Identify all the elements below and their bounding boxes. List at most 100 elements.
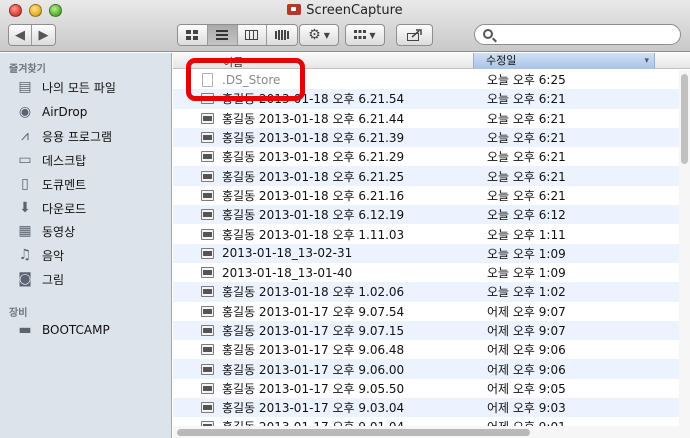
- table-row[interactable]: 2013-01-18_13-01-40 오늘 오후 1:09: [173, 263, 679, 282]
- image-file-icon: [201, 151, 214, 163]
- list-view-button[interactable]: [207, 25, 238, 45]
- file-name: 홍길동 2013-01-18 오후 6.21.44: [222, 111, 405, 126]
- table-row[interactable]: 홍길동 2013-01-18 오후 6.21.16 오늘 오후 6:21: [173, 186, 679, 205]
- image-file-icon: [201, 189, 214, 201]
- file-name: 홍길동 2013-01-17 오후 9.05.50: [222, 381, 405, 396]
- file-list: 이름 수정일 ▾ .DS_Store 오늘 오후 6:25 홍길동 2013-01-…: [173, 53, 690, 438]
- window-title-label: ScreenCapture: [306, 3, 403, 18]
- image-file-icon: [201, 402, 214, 414]
- drive-icon: ▬: [18, 322, 32, 338]
- vertical-scrollbar[interactable]: [679, 70, 690, 438]
- file-date-modified: 어제 오후 9:06: [487, 343, 566, 358]
- arrange-menu-button[interactable]: ▼: [345, 24, 385, 46]
- table-row[interactable]: 홍길동 2013-01-18 오후 6.12.19 오늘 오후 6:12: [173, 205, 679, 225]
- horizontal-scrollbar[interactable]: [173, 426, 679, 438]
- chevron-down-icon: ▼: [369, 30, 376, 40]
- sidebar-item-all-files[interactable]: ▤ 나의 모든 파일: [16, 76, 166, 98]
- search-field[interactable]: [474, 24, 681, 45]
- sidebar-item-bootcamp[interactable]: ▬ BOOTCAMP: [16, 319, 166, 341]
- file-date-modified: 오늘 오후 6:21: [487, 111, 566, 126]
- sidebar-item-label: 도큐멘트: [42, 177, 87, 192]
- desktop-icon: ▭: [18, 152, 32, 168]
- table-row[interactable]: 홍길동 2013-01-18 오후 6.21.44 오늘 오후 6:21: [173, 109, 679, 128]
- icon-view-button[interactable]: [178, 25, 208, 45]
- table-row[interactable]: 홍길동 2013-01-17 오후 9.07.15 어제 오후 9:07: [173, 320, 679, 341]
- image-file-icon: [201, 112, 214, 124]
- file-name: 2013-01-18_13-01-40: [222, 265, 353, 280]
- image-file-icon: [201, 247, 214, 259]
- folder-icon: [287, 4, 302, 15]
- image-file-icon: [201, 132, 214, 144]
- file-date-modified: 어제 오후 9:05: [487, 381, 566, 396]
- column-view-button[interactable]: [237, 25, 268, 45]
- file-date-modified: 오늘 오후 6:21: [487, 150, 566, 165]
- image-file-icon: [201, 170, 214, 182]
- airdrop-icon: ◉: [18, 104, 32, 120]
- table-row[interactable]: 홍길동 2013-01-18 오후 1.02.06 오늘 오후 1:02: [173, 282, 679, 302]
- table-row[interactable]: 홍길동 2013-01-18 오후 6.21.54 오늘 오후 6:21: [173, 89, 679, 109]
- sidebar-item-pictures[interactable]: ◙ 그림: [16, 268, 166, 290]
- column-header-row: 이름 수정일 ▾: [173, 53, 690, 69]
- table-row[interactable]: 홍길동 2013-01-17 오후 9.06.48 어제 오후 9:06: [173, 340, 679, 359]
- image-file-icon: [201, 382, 214, 394]
- file-rows: .DS_Store 오늘 오후 6:25 홍길동 2013-01-18 오후 6.2…: [173, 70, 679, 437]
- vertical-scroll-thumb[interactable]: [681, 74, 688, 164]
- image-file-icon: [201, 228, 214, 240]
- column-header-name[interactable]: 이름: [223, 54, 243, 70]
- file-date-modified: 오늘 오후 1:02: [487, 285, 566, 300]
- sidebar-item-movies[interactable]: ▦ 동영상: [16, 220, 166, 242]
- file-name: 홍길동 2013-01-18 오후 6.21.54: [222, 92, 405, 107]
- horizontal-scroll-thumb[interactable]: [177, 429, 530, 436]
- chevron-right-icon: ▶: [38, 27, 49, 43]
- sidebar-item-documents[interactable]: ▯ 도큐멘트: [16, 173, 166, 195]
- sidebar: 즐겨찾기 ▤ 나의 모든 파일 ◉ AirDrop ⩘ 응용 프로그램 ▭ 데스…: [0, 53, 172, 438]
- table-row[interactable]: 홍길동 2013-01-18 오후 6.21.29 오늘 오후 6:21: [173, 147, 679, 166]
- file-name: 홍길동 2013-01-18 오후 1.11.03: [222, 227, 405, 242]
- movies-icon: ▦: [18, 223, 32, 239]
- gear-icon: ⚙: [308, 27, 321, 43]
- file-name: 홍길동 2013-01-18 오후 6.21.16: [222, 188, 405, 203]
- view-mode-control: [177, 24, 298, 46]
- image-file-icon: [201, 363, 214, 375]
- action-menu-button[interactable]: ⚙ ▼: [299, 24, 339, 46]
- sidebar-heading-devices: 장비: [9, 308, 28, 319]
- forward-button[interactable]: ▶: [32, 25, 55, 45]
- share-button[interactable]: [396, 24, 433, 46]
- table-row[interactable]: 홍길동 2013-01-17 오후 9.06.00 어제 오후 9:06: [173, 359, 679, 379]
- back-button[interactable]: ◀: [9, 25, 32, 45]
- music-icon: ♫: [18, 247, 32, 263]
- column-header-date-modified[interactable]: 수정일 ▾: [473, 53, 655, 69]
- file-name: 홍길동 2013-01-17 오후 9.07.54: [222, 304, 405, 319]
- sidebar-item-desktop[interactable]: ▭ 데스크탑: [16, 149, 166, 171]
- chevron-left-icon: ◀: [15, 27, 25, 43]
- file-date-modified: 오늘 오후 1:09: [487, 246, 566, 261]
- file-name: 홍길동 2013-01-17 오후 9.06.48: [222, 343, 405, 358]
- icon-view-icon: [186, 30, 199, 40]
- table-row[interactable]: 홍길동 2013-01-18 오후 6.21.39 오늘 오후 6:21: [173, 127, 679, 148]
- image-file-icon: [201, 286, 214, 298]
- sidebar-item-downloads[interactable]: ⬇ 다운로드: [16, 197, 166, 219]
- file-name: 홍길동 2013-01-17 오후 9.06.00: [222, 362, 405, 377]
- share-icon: [406, 29, 422, 41]
- table-row[interactable]: 2013-01-18_13-02-31 오늘 오후 1:09: [173, 243, 679, 263]
- table-row[interactable]: 홍길동 2013-01-18 오후 6.21.25 오늘 오후 6:21: [173, 166, 679, 186]
- table-row[interactable]: 홍길동 2013-01-18 오후 1.11.03 오늘 오후 1:11: [173, 224, 679, 243]
- sidebar-item-applications[interactable]: ⩘ 응용 프로그램: [16, 125, 166, 147]
- file-name: 홍길동 2013-01-17 오후 9.07.15: [222, 324, 405, 338]
- image-file-icon: [201, 267, 214, 279]
- sidebar-item-music[interactable]: ♫ 음악: [16, 244, 166, 266]
- table-row[interactable]: .DS_Store 오늘 오후 6:25: [173, 70, 679, 89]
- coverflow-view-button[interactable]: [267, 25, 297, 45]
- coverflow-view-icon: [275, 30, 290, 40]
- table-row[interactable]: 홍길동 2013-01-17 오후 9.03.04 어제 오후 9:03: [173, 398, 679, 418]
- image-file-icon: [201, 305, 214, 317]
- downloads-icon: ⬇: [19, 200, 31, 216]
- table-row[interactable]: 홍길동 2013-01-17 오후 9.05.50 어제 오후 9:05: [173, 379, 679, 398]
- sidebar-item-label: 음악: [42, 248, 65, 263]
- sort-descending-icon: ▾: [644, 56, 649, 66]
- file-date-modified: 오늘 오후 6:21: [487, 169, 566, 184]
- sidebar-item-label: BOOTCAMP: [42, 323, 110, 337]
- applications-icon: ⩘: [21, 128, 29, 144]
- sidebar-item-airdrop[interactable]: ◉ AirDrop: [16, 101, 166, 123]
- table-row[interactable]: 홍길동 2013-01-17 오후 9.07.54 어제 오후 9:07: [173, 302, 679, 321]
